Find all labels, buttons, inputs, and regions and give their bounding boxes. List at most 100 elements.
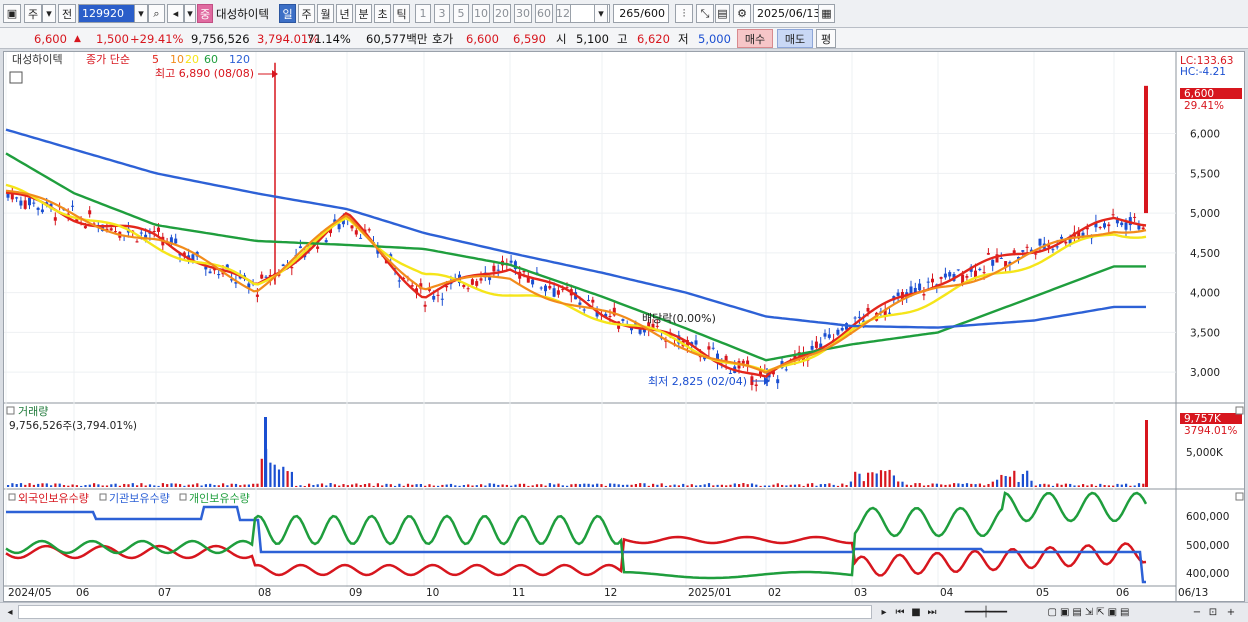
volume-bar: [965, 483, 969, 487]
high-annotation: 최고 6,890 (08/08): [155, 67, 254, 80]
interval-button-3[interactable]: 3: [434, 4, 450, 23]
price-change-pct: +29.41%: [130, 31, 184, 46]
count-field[interactable]: 265/600: [613, 4, 669, 23]
sell-button[interactable]: 매도: [777, 29, 813, 48]
volume-bar: [725, 485, 728, 487]
candle-body: [397, 280, 401, 282]
volume-bar: [996, 479, 999, 487]
tab-period-6[interactable]: 틱: [393, 4, 410, 23]
tab-period-3[interactable]: 년: [336, 4, 353, 23]
volume-bar: [793, 484, 797, 487]
volume-bar: [1116, 483, 1119, 487]
holdings-legend-2: 개인보유수량: [189, 492, 250, 505]
grid-toggle-icon[interactable]: [9, 71, 23, 84]
candle-body: [956, 269, 960, 271]
volume-bar: [93, 483, 96, 487]
volume-bar: [626, 484, 629, 487]
candle-body: [552, 288, 556, 297]
volume-bar: [535, 484, 539, 487]
save-icon[interactable]: ▤: [715, 4, 730, 23]
volume-bar: [260, 458, 263, 487]
candle-body: [578, 302, 582, 305]
date-tick: 04: [940, 587, 954, 599]
volume-bar: [230, 483, 233, 487]
chart-tool-icons[interactable]: ▢▣▤⇲⇱▣▤: [1030, 605, 1150, 619]
interval-button-5[interactable]: 5: [453, 4, 469, 23]
volume-bar: [548, 483, 551, 487]
tab-period-5[interactable]: 초: [374, 4, 391, 23]
market-badge: 중: [197, 4, 213, 23]
candle-type-icon[interactable]: ⫶: [675, 4, 693, 23]
interval-button-10[interactable]: 10: [472, 4, 490, 23]
volume-bar: [707, 483, 711, 487]
calendar-icon[interactable]: ▦: [818, 4, 835, 23]
date-field[interactable]: 2025/06/13: [753, 4, 820, 23]
volume-bar: [759, 485, 762, 487]
draw-tool-icon[interactable]: ⤡: [696, 4, 714, 23]
interval-button-1[interactable]: 1: [415, 4, 431, 23]
candle-body: [888, 312, 891, 314]
volume-bar: [58, 483, 61, 487]
period-prev-button[interactable]: 전: [58, 4, 76, 23]
tab-period-0[interactable]: 일: [279, 4, 296, 23]
rewind-icon[interactable]: ⏮: [893, 605, 907, 619]
interval-button-30[interactable]: 30: [514, 4, 532, 23]
zoom-reset-icon[interactable]: ⊡: [1206, 605, 1220, 619]
tab-period-4[interactable]: 분: [355, 4, 372, 23]
volume-bar: [1133, 485, 1136, 487]
stock-code-input[interactable]: 129920: [78, 4, 136, 23]
scroll-track[interactable]: [18, 605, 872, 619]
holdings-tick: 600,000: [1186, 511, 1229, 523]
forward-icon[interactable]: ⏭: [925, 605, 939, 619]
low-annotation: 최저 2,825 (02/04): [648, 375, 747, 388]
hc-label: HC:-4.21: [1180, 66, 1226, 78]
zoom-slider[interactable]: ━━━┿━━━: [946, 605, 1026, 619]
interval-button-20[interactable]: 20: [493, 4, 511, 23]
speaker-icon[interactable]: ◂: [167, 4, 184, 23]
volume-bar: [664, 485, 668, 487]
volume-bar: [157, 485, 160, 487]
chevron-down-icon[interactable]: ▾: [42, 4, 56, 23]
zoom-out-icon[interactable]: −: [1190, 605, 1204, 619]
candle-body: [71, 205, 74, 207]
volume-bar: [1107, 485, 1110, 487]
volume-badge-value: 9,757K: [1184, 413, 1222, 425]
volume-bar: [910, 485, 913, 487]
window-icon[interactable]: ▣: [3, 4, 21, 23]
speaker-dropdown-icon[interactable]: ▾: [184, 4, 196, 23]
gear-icon[interactable]: ⚙: [733, 4, 751, 23]
candle-body: [260, 274, 264, 279]
volume-bar: [613, 483, 616, 487]
candle-body: [298, 246, 302, 249]
period-main-button[interactable]: 주: [24, 4, 42, 23]
candle-body: [548, 285, 552, 289]
volume-bar: [7, 485, 10, 487]
volume-bar: [11, 483, 14, 487]
tab-period-1[interactable]: 주: [298, 4, 315, 23]
interval-dropdown-icon[interactable]: ▾: [594, 4, 608, 23]
code-dropdown-icon[interactable]: ▾: [134, 4, 148, 23]
interval-button-60[interactable]: 60: [535, 4, 553, 23]
zoom-in-icon[interactable]: +: [1224, 605, 1238, 619]
volume-bar: [656, 484, 659, 487]
tab-period-2[interactable]: 월: [317, 4, 334, 23]
candle-body: [359, 237, 363, 239]
low-price: 5,000: [698, 31, 731, 46]
candle-body: [152, 231, 156, 233]
eval-button[interactable]: 평: [816, 29, 836, 48]
volume-bar: [256, 483, 259, 487]
buy-button[interactable]: 매수: [737, 29, 773, 48]
scroll-right-icon[interactable]: ▸: [878, 605, 890, 619]
holdings-close-icon[interactable]: [1235, 492, 1244, 501]
count-value: 265: [619, 7, 641, 20]
volume-bar: [566, 485, 569, 487]
stop-icon[interactable]: ■: [909, 605, 923, 619]
volume-bar: [819, 484, 822, 487]
candle-body: [290, 267, 294, 269]
candle-body: [109, 228, 113, 231]
volume-bar: [269, 462, 272, 487]
scroll-left-icon[interactable]: ◂: [4, 605, 16, 619]
search-icon[interactable]: ⌕: [148, 4, 165, 23]
volume-bar: [879, 470, 883, 487]
volume-close-icon[interactable]: [1235, 406, 1244, 415]
